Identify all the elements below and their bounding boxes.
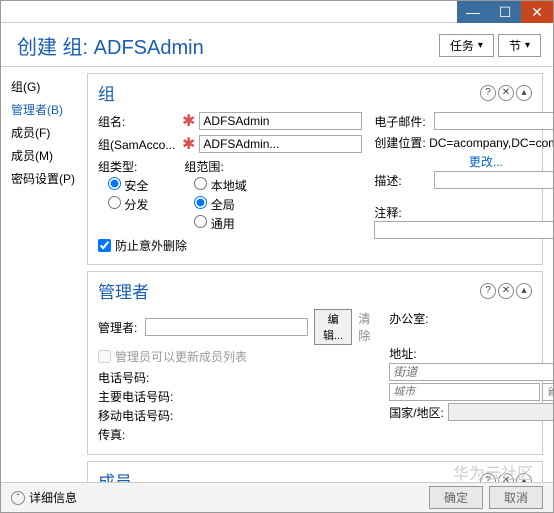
group-scope-univ-radio[interactable]: 通用	[194, 214, 246, 233]
close-section-icon[interactable]: ✕	[498, 85, 514, 101]
mobile-label: 移动电话号码:	[98, 406, 377, 425]
ok-button[interactable]: 确定	[429, 486, 483, 509]
email-input[interactable]	[434, 112, 553, 130]
desc-label: 描述:	[374, 172, 434, 189]
sidebar-item-memberof[interactable]: 成员(F)	[11, 121, 87, 144]
group-type-dist-radio[interactable]: 分发	[108, 195, 148, 214]
sidebar-item-password[interactable]: 密码设置(P)	[11, 167, 87, 190]
change-link[interactable]: 更改...	[469, 155, 503, 169]
state-input[interactable]	[542, 383, 553, 401]
group-sam-input[interactable]	[199, 135, 362, 153]
address-label: 地址:	[389, 344, 553, 363]
manager-section-title: 管理者	[98, 278, 149, 303]
email-label: 电子邮件:	[374, 113, 434, 130]
required-icon: ✱	[182, 111, 195, 131]
manager-label: 管理者:	[98, 319, 139, 336]
phone-label: 电话号码:	[98, 368, 377, 387]
notes-input[interactable]	[374, 221, 553, 239]
clear-manager-button[interactable]: 清除	[358, 310, 377, 344]
window-titlebar: — ☐ ✕	[1, 1, 553, 23]
tasks-dropdown[interactable]: 任务	[439, 34, 494, 57]
section-nav-sidebar: 组(G) 管理者(B) 成员(F) 成员(M) 密码设置(P)	[1, 67, 87, 500]
maximize-button[interactable]: ☐	[489, 1, 521, 23]
minimize-button[interactable]: —	[457, 1, 489, 23]
country-select[interactable]	[448, 403, 553, 421]
group-type-security-radio[interactable]: 安全	[108, 176, 148, 195]
createin-value: DC=acompany,DC=com	[429, 136, 553, 150]
group-scope-label: 组范围:	[184, 157, 246, 176]
group-section-title: 组	[98, 80, 115, 105]
mainphone-label: 主要电话号码:	[98, 387, 377, 406]
protect-delete-checkbox[interactable]: 防止意外删除	[98, 237, 362, 254]
dialog-footer: ˇ 详细信息 确定 取消	[1, 482, 553, 512]
group-scope-global-radio[interactable]: 全局	[194, 195, 246, 214]
manager-input[interactable]	[145, 318, 308, 336]
dialog-header: 创建 组: ADFSAdmin 任务 节	[1, 23, 553, 67]
can-update-checkbox: 管理员可以更新成员列表	[98, 348, 377, 365]
group-sam-label: 组(SamAcco...	[98, 136, 178, 153]
city-input[interactable]	[389, 383, 540, 401]
createin-label: 创建位置:	[374, 136, 425, 150]
street-input[interactable]	[389, 363, 553, 381]
cancel-button[interactable]: 取消	[489, 486, 543, 509]
sidebar-item-members[interactable]: 成员(M)	[11, 144, 87, 167]
group-scope-local-radio[interactable]: 本地域	[194, 176, 246, 195]
collapse-icon[interactable]: ▴	[516, 85, 532, 101]
dialog-title: 创建 组: ADFSAdmin	[17, 31, 204, 60]
sidebar-item-group[interactable]: 组(G)	[11, 75, 87, 98]
required-icon: ✱	[182, 134, 195, 154]
detail-info-label[interactable]: 详细信息	[29, 489, 77, 506]
help-icon[interactable]: ?	[480, 283, 496, 299]
manager-section: 管理者 ? ✕ ▴ 管理者: 编辑... 清除 管理员可以更新成员列表 电	[87, 271, 543, 455]
country-label: 国家/地区:	[389, 404, 444, 421]
fax-label: 传真:	[98, 425, 377, 444]
group-name-label: 组名:	[98, 113, 178, 130]
expand-icon[interactable]: ˇ	[11, 491, 25, 505]
office-label: 办公室:	[389, 309, 553, 328]
group-section: 组 ? ✕ ▴ 组名: ✱ 组(SamAcco... ✱	[87, 73, 543, 265]
group-name-input[interactable]	[199, 112, 362, 130]
desc-input[interactable]	[434, 171, 553, 189]
notes-label: 注释:	[374, 206, 401, 220]
sidebar-item-managedby[interactable]: 管理者(B)	[11, 98, 87, 121]
collapse-icon[interactable]: ▴	[516, 283, 532, 299]
main-content: 组 ? ✕ ▴ 组名: ✱ 组(SamAcco... ✱	[87, 67, 553, 500]
sections-dropdown[interactable]: 节	[498, 34, 541, 57]
close-section-icon[interactable]: ✕	[498, 283, 514, 299]
help-icon[interactable]: ?	[480, 85, 496, 101]
close-button[interactable]: ✕	[521, 1, 553, 23]
edit-manager-button[interactable]: 编辑...	[314, 309, 352, 345]
group-type-label: 组类型:	[98, 157, 148, 176]
